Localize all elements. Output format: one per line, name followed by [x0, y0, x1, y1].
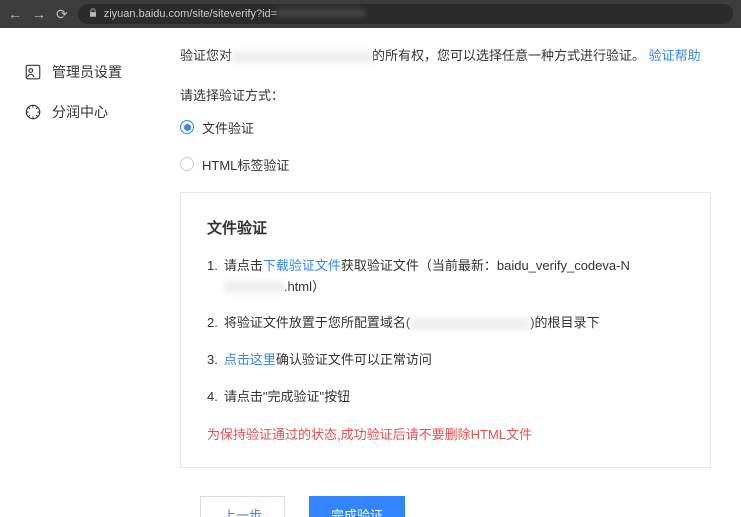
forward-icon[interactable]: →: [32, 6, 46, 22]
verify-help-link[interactable]: 验证帮助: [649, 48, 701, 63]
choose-method-label: 请选择验证方式：: [180, 85, 711, 104]
verify-box-title: 文件验证: [207, 217, 684, 238]
download-verify-file-link[interactable]: 下载验证文件: [263, 258, 341, 273]
url-text: ziyuan.baidu.com/site/siteverify?id=XXXX…: [104, 8, 365, 20]
sidebar-item-profit-center[interactable]: 分润中心: [24, 92, 180, 132]
verify-step-1: 1. 请点击下载验证文件获取验证文件（当前最新：baidu_verify_cod…: [207, 256, 684, 298]
verify-step-3: 3. 点击这里确认验证文件可以正常访问: [207, 350, 684, 371]
radio-html-tag-verify[interactable]: HTML标签验证: [180, 155, 711, 174]
browser-toolbar: ← → ⟳ ziyuan.baidu.com/site/siteverify?i…: [0, 0, 741, 28]
sidebar-item-label: 管理员设置: [52, 62, 122, 82]
radio-label: HTML标签验证: [202, 155, 289, 174]
back-icon[interactable]: ←: [8, 6, 22, 22]
complete-verify-button[interactable]: 完成验证: [309, 496, 405, 517]
click-here-link[interactable]: 点击这里: [224, 352, 276, 367]
lock-icon: [88, 8, 98, 21]
radio-icon: [180, 157, 194, 171]
radio-label: 文件验证: [202, 118, 254, 137]
verify-step-2: 2. 将验证文件放置于您所配置域名()的根目录下: [207, 313, 684, 334]
radio-file-verify[interactable]: 文件验证: [180, 118, 711, 137]
main-content: 验证您对的所有权，您可以选择任意一种方式进行验证。 验证帮助 请选择验证方式： …: [180, 28, 741, 517]
radio-group: 文件验证 HTML标签验证: [180, 118, 711, 174]
verify-warning: 为保持验证通过的状态,成功验证后请不要删除HTML文件: [207, 424, 684, 443]
verify-box: 文件验证 1. 请点击下载验证文件获取验证文件（当前最新：baidu_verif…: [180, 192, 711, 468]
reload-icon[interactable]: ⟳: [56, 6, 68, 23]
radio-icon: [180, 120, 194, 134]
sidebar: 管理员设置 分润中心: [0, 28, 180, 517]
profit-center-icon: [24, 103, 42, 121]
address-bar[interactable]: ziyuan.baidu.com/site/siteverify?id=XXXX…: [78, 4, 733, 24]
verify-step-4: 4. 请点击"完成验证"按钮: [207, 387, 684, 408]
sidebar-item-label: 分润中心: [52, 102, 108, 122]
intro-text: 验证您对的所有权，您可以选择任意一种方式进行验证。 验证帮助: [180, 46, 711, 67]
admin-settings-icon: [24, 63, 42, 81]
prev-button[interactable]: 上一步: [200, 496, 285, 517]
button-row: 上一步 完成验证: [180, 496, 711, 517]
sidebar-item-admin-settings[interactable]: 管理员设置: [24, 52, 180, 92]
